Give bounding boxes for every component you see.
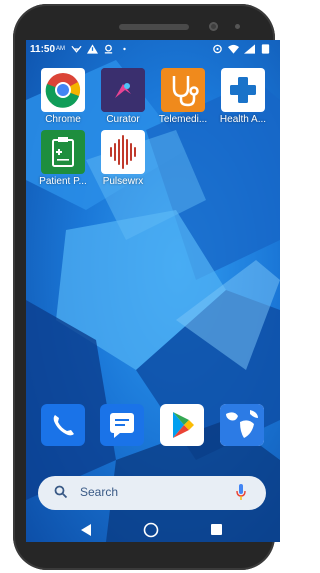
front-camera (209, 22, 218, 31)
clipboard-icon (41, 130, 85, 174)
home-icon[interactable] (143, 522, 159, 538)
navigation-bar (26, 518, 280, 542)
battery-icon (261, 44, 270, 54)
health-cross-icon (221, 68, 265, 112)
app-curator[interactable]: Curator (92, 68, 154, 125)
location-icon (104, 44, 113, 54)
app-patient-portal[interactable]: Patient P... (32, 130, 94, 187)
app-label: Telemedi... (158, 114, 208, 125)
maps-globe-icon (220, 404, 264, 446)
wifi-icon (228, 44, 239, 54)
curator-icon (101, 68, 145, 112)
messages-icon (110, 413, 134, 438)
app-pulsewrx[interactable]: Pulsewrx (92, 130, 154, 187)
search-label: Search (80, 485, 119, 499)
dock-maps[interactable] (220, 404, 264, 446)
app-label: Patient P... (39, 176, 87, 187)
warning-icon (87, 44, 99, 54)
dock-phone[interactable] (41, 404, 85, 446)
app-label: Pulsewrx (102, 176, 144, 187)
app-health-assistant[interactable]: Health A... (212, 68, 274, 125)
back-icon[interactable] (81, 524, 93, 536)
app-telemedicine[interactable]: Telemedi... (152, 68, 214, 125)
speaker-grille (119, 24, 189, 30)
pulse-icon (101, 130, 145, 174)
play-store-icon (173, 412, 194, 438)
microphone-icon[interactable] (236, 484, 246, 500)
recents-icon[interactable] (211, 524, 222, 535)
stethoscope-icon (161, 68, 205, 112)
dock-messages[interactable] (100, 404, 144, 446)
status-bar: 11:50 AM (26, 40, 280, 58)
app-label: Health A... (219, 114, 267, 125)
dot-icon (123, 47, 126, 51)
proximity-sensor (235, 24, 240, 29)
search-icon (54, 485, 68, 499)
status-ampm: AM (56, 46, 66, 52)
home-screen: 11:50 AM Chrome Curator Telemedi... Heal… (26, 40, 280, 542)
app-chrome[interactable]: Chrome (32, 68, 94, 125)
phone-icon (53, 415, 74, 436)
data-saver-icon (213, 44, 222, 54)
status-time: 11:50 (30, 43, 56, 55)
chrome-icon (41, 68, 85, 112)
app-label: Curator (106, 114, 140, 125)
app-label: Chrome (45, 114, 81, 125)
usb-debug-icon (71, 45, 82, 53)
search-bar[interactable]: Search (38, 476, 266, 510)
cellular-icon (244, 44, 255, 54)
dock-play-store[interactable] (160, 404, 204, 446)
